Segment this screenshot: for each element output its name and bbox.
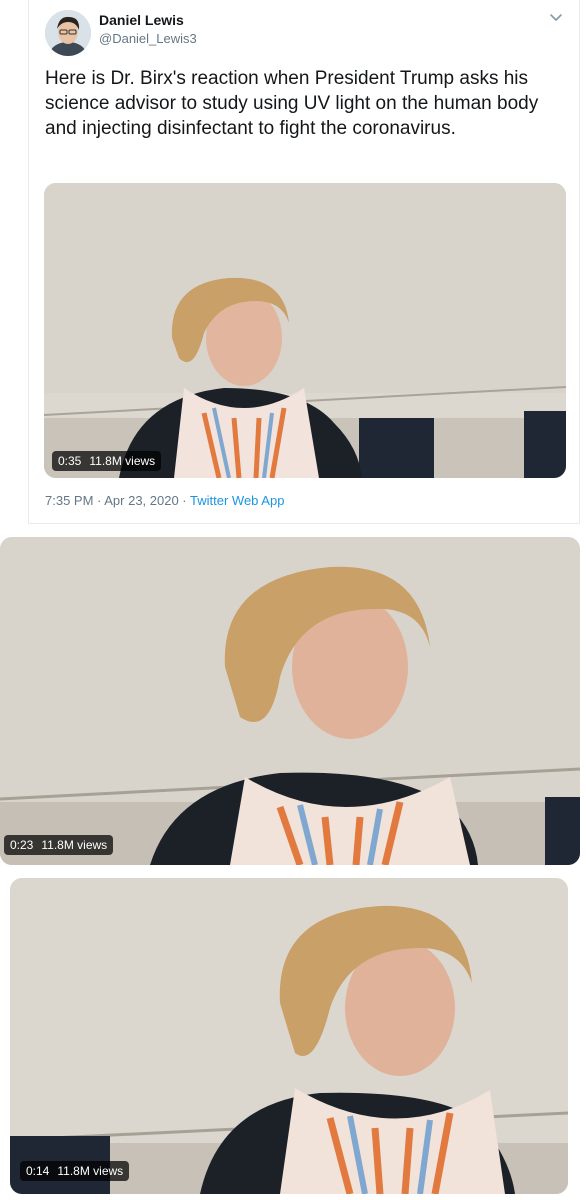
video-views: 11.8M views [89,454,156,468]
video-views: 11.8M views [41,838,108,852]
video-frame-zoomed[interactable]: 0:14 11.8M views [10,878,568,1194]
tweet-source[interactable]: Twitter Web App [190,493,284,508]
tweet-card: Daniel Lewis @Daniel_Lewis3 Here is Dr. … [28,0,580,524]
page: Daniel Lewis @Daniel_Lewis3 Here is Dr. … [0,0,586,1200]
tweet-video[interactable]: 0:35 11.8M views [44,183,566,478]
video-badge: 0:35 11.8M views [52,451,162,471]
tweet-timestamp[interactable]: 7:35 PM · Apr 23, 2020 · [45,493,190,508]
chevron-down-icon[interactable] [547,8,565,26]
video-badge: 0:14 11.8M views [20,1161,130,1181]
tweet-text: Here is Dr. Birx's reaction when Preside… [45,68,539,139]
author-handle[interactable]: @Daniel_Lewis3 [99,31,197,46]
video-frame-zoomed[interactable]: 0:23 11.8M views [0,537,580,865]
video-duration: 0:23 [10,838,34,852]
video-badge: 0:23 11.8M views [4,835,114,855]
video-duration: 0:35 [58,454,82,468]
video-duration: 0:14 [26,1164,50,1178]
avatar[interactable] [45,10,91,56]
tweet-meta: 7:35 PM · Apr 23, 2020 · Twitter Web App [45,493,284,508]
video-views: 11.8M views [57,1164,124,1178]
author-name[interactable]: Daniel Lewis [99,12,184,28]
